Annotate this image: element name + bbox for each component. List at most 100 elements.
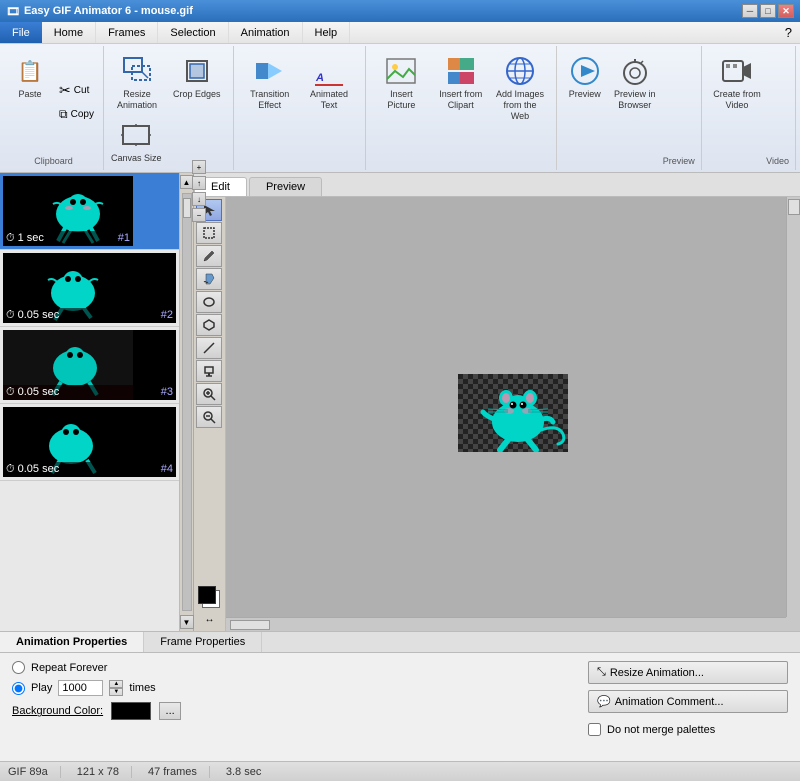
bg-color-dots-btn[interactable]: ...: [159, 702, 181, 720]
menu-tab-selection[interactable]: Selection: [158, 22, 228, 43]
pencil-tool-btn[interactable]: [196, 245, 222, 267]
props-left: Repeat Forever Play ▲ ▼ times Background…: [12, 661, 568, 736]
cut-button[interactable]: ✂ Cut: [54, 79, 99, 102]
no-merge-checkbox[interactable]: [588, 723, 601, 736]
color-selector[interactable]: [198, 586, 222, 610]
main-area: ⏱ 1 sec #1: [0, 173, 800, 631]
resize-animation-button[interactable]: Resize Animation: [106, 50, 168, 114]
menu-tab-help[interactable]: Help: [303, 22, 351, 43]
frames-list[interactable]: ⏱ 1 sec #1: [0, 173, 179, 631]
ellipse-tool-btn[interactable]: [196, 291, 222, 313]
app-title: Easy GIF Animator 6 - mouse.gif: [24, 5, 193, 17]
canvas-hscroll[interactable]: [226, 617, 786, 631]
stamp-tool-btn[interactable]: [196, 360, 222, 382]
line-tool-btn[interactable]: [196, 337, 222, 359]
insert-picture-button[interactable]: Insert Picture: [372, 50, 431, 114]
properties-panel: Animation Properties Frame Properties Re…: [0, 631, 800, 761]
create-video-button[interactable]: Create from Video: [708, 50, 766, 114]
scroll-thumb[interactable]: [183, 198, 191, 218]
zoom-in-btn[interactable]: [196, 383, 222, 405]
frame-2-number: #2: [161, 309, 173, 322]
transition-effect-button[interactable]: Transition Effect: [240, 50, 299, 114]
fg-color-swatch[interactable]: [198, 586, 216, 604]
maximize-button[interactable]: □: [760, 4, 776, 18]
clipart-icon: [445, 55, 477, 87]
resize-animation-props-btn[interactable]: ⤡ Resize Animation...: [588, 661, 788, 684]
ribbon-group-insert: Insert Picture Insert from Clipart Add I…: [366, 46, 557, 170]
frame-thumbnail-1: ⏱ 1 sec #1: [3, 176, 133, 246]
frame-thumbnail-2: ⏱ 0.05 sec #2: [3, 253, 176, 323]
ribbon-group-size: Resize Animation Crop Edges Canvas Size: [104, 46, 234, 170]
frame-props-tab[interactable]: Frame Properties: [144, 632, 262, 652]
preview-icon: [569, 55, 601, 87]
frame-tool-3[interactable]: ↓: [192, 192, 206, 206]
spin-down-btn[interactable]: ▼: [109, 688, 123, 696]
status-format: GIF 89a: [8, 766, 61, 778]
bg-color-swatch[interactable]: [111, 702, 151, 720]
times-label: times: [129, 682, 155, 694]
marquee-tool-btn[interactable]: [196, 222, 222, 244]
tab-preview[interactable]: Preview: [249, 177, 322, 196]
menu-tab-frames[interactable]: Frames: [96, 22, 158, 43]
animation-comment-btn[interactable]: 💬 Animation Comment...: [588, 690, 788, 713]
frame-tool-4[interactable]: −: [192, 208, 206, 222]
fill-tool-btn[interactable]: [196, 268, 222, 290]
swap-colors-btn[interactable]: ↔: [205, 614, 215, 625]
canvas-size-button[interactable]: Canvas Size: [106, 114, 167, 167]
frame-item-2[interactable]: ⏱ 0.05 sec #2: [0, 250, 179, 327]
insert-clipart-button[interactable]: Insert from Clipart: [431, 50, 490, 114]
status-frames: 47 frames: [148, 766, 210, 778]
menu-bar: File Home Frames Selection Animation Hel…: [0, 22, 800, 44]
frame-side-btns: + ↑ ↓ −: [192, 160, 206, 222]
crop-icon: [181, 55, 213, 87]
menu-tab-home[interactable]: Home: [42, 22, 96, 43]
preview-browser-button[interactable]: Preview in Browser: [607, 50, 663, 114]
animated-text-icon: A: [313, 55, 345, 87]
zoom-out-btn[interactable]: [196, 406, 222, 428]
ribbon-group-preview: Preview Preview in Browser Preview: [557, 46, 702, 170]
repeat-forever-radio[interactable]: [12, 661, 25, 674]
animated-text-button[interactable]: A Animated Text: [299, 50, 358, 114]
frame-item-4[interactable]: ⏱ 0.05 sec #4: [0, 404, 179, 481]
tabs-bar: Edit Preview: [194, 173, 800, 197]
paste-icon: 📋: [14, 55, 46, 87]
frame-scroll-tools: ▲ + ↑ ↓ − ▼: [180, 173, 194, 631]
preview-button[interactable]: Preview: [563, 50, 607, 103]
frame-tool-2[interactable]: ↑: [192, 176, 206, 190]
vscroll-thumb[interactable]: [788, 199, 800, 215]
ribbon-group-effects: Transition Effect A Animated Text: [234, 46, 366, 170]
scroll-track: [182, 193, 192, 611]
resize-icon: [121, 55, 153, 87]
paste-button[interactable]: 📋 Paste: [8, 50, 52, 154]
play-times-radio[interactable]: [12, 682, 25, 695]
polygon-tool-btn[interactable]: [196, 314, 222, 336]
web-images-icon: [504, 55, 536, 87]
play-label: Play: [31, 682, 52, 694]
no-merge-label: Do not merge palettes: [607, 724, 715, 736]
insert-picture-icon: [385, 55, 417, 87]
edit-tools-row: ↔: [194, 197, 800, 631]
frame-item-1[interactable]: ⏱ 1 sec #1: [0, 173, 179, 250]
minimize-button[interactable]: ─: [742, 4, 758, 18]
status-duration: 3.8 sec: [226, 766, 273, 778]
menu-tab-animation[interactable]: Animation: [229, 22, 303, 43]
no-merge-row: Do not merge palettes: [588, 723, 788, 736]
animation-props-tab[interactable]: Animation Properties: [0, 632, 144, 652]
copy-button[interactable]: ⧉ Copy: [54, 104, 99, 125]
add-web-images-button[interactable]: Add Images from the Web: [490, 50, 549, 124]
spin-up-btn[interactable]: ▲: [109, 680, 123, 688]
play-count-input[interactable]: [58, 680, 103, 696]
hscroll-thumb[interactable]: [230, 620, 270, 630]
video-icon: [721, 55, 753, 87]
help-icon[interactable]: ?: [785, 25, 792, 40]
scroll-down-btn[interactable]: ▼: [180, 615, 194, 629]
canvas-vscroll[interactable]: [786, 197, 800, 617]
frame-3-time: ⏱ 0.05 sec: [6, 386, 59, 399]
props-right: ⤡ Resize Animation... 💬 Animation Commen…: [588, 661, 788, 736]
close-button[interactable]: ✕: [778, 4, 794, 18]
canvas-area[interactable]: [226, 197, 800, 631]
frame-item-3[interactable]: ⏱ 0.05 sec #3: [0, 327, 179, 404]
frame-tool-1[interactable]: +: [192, 160, 206, 174]
crop-edges-button[interactable]: Crop Edges: [168, 50, 226, 103]
menu-tab-file[interactable]: File: [0, 22, 42, 43]
